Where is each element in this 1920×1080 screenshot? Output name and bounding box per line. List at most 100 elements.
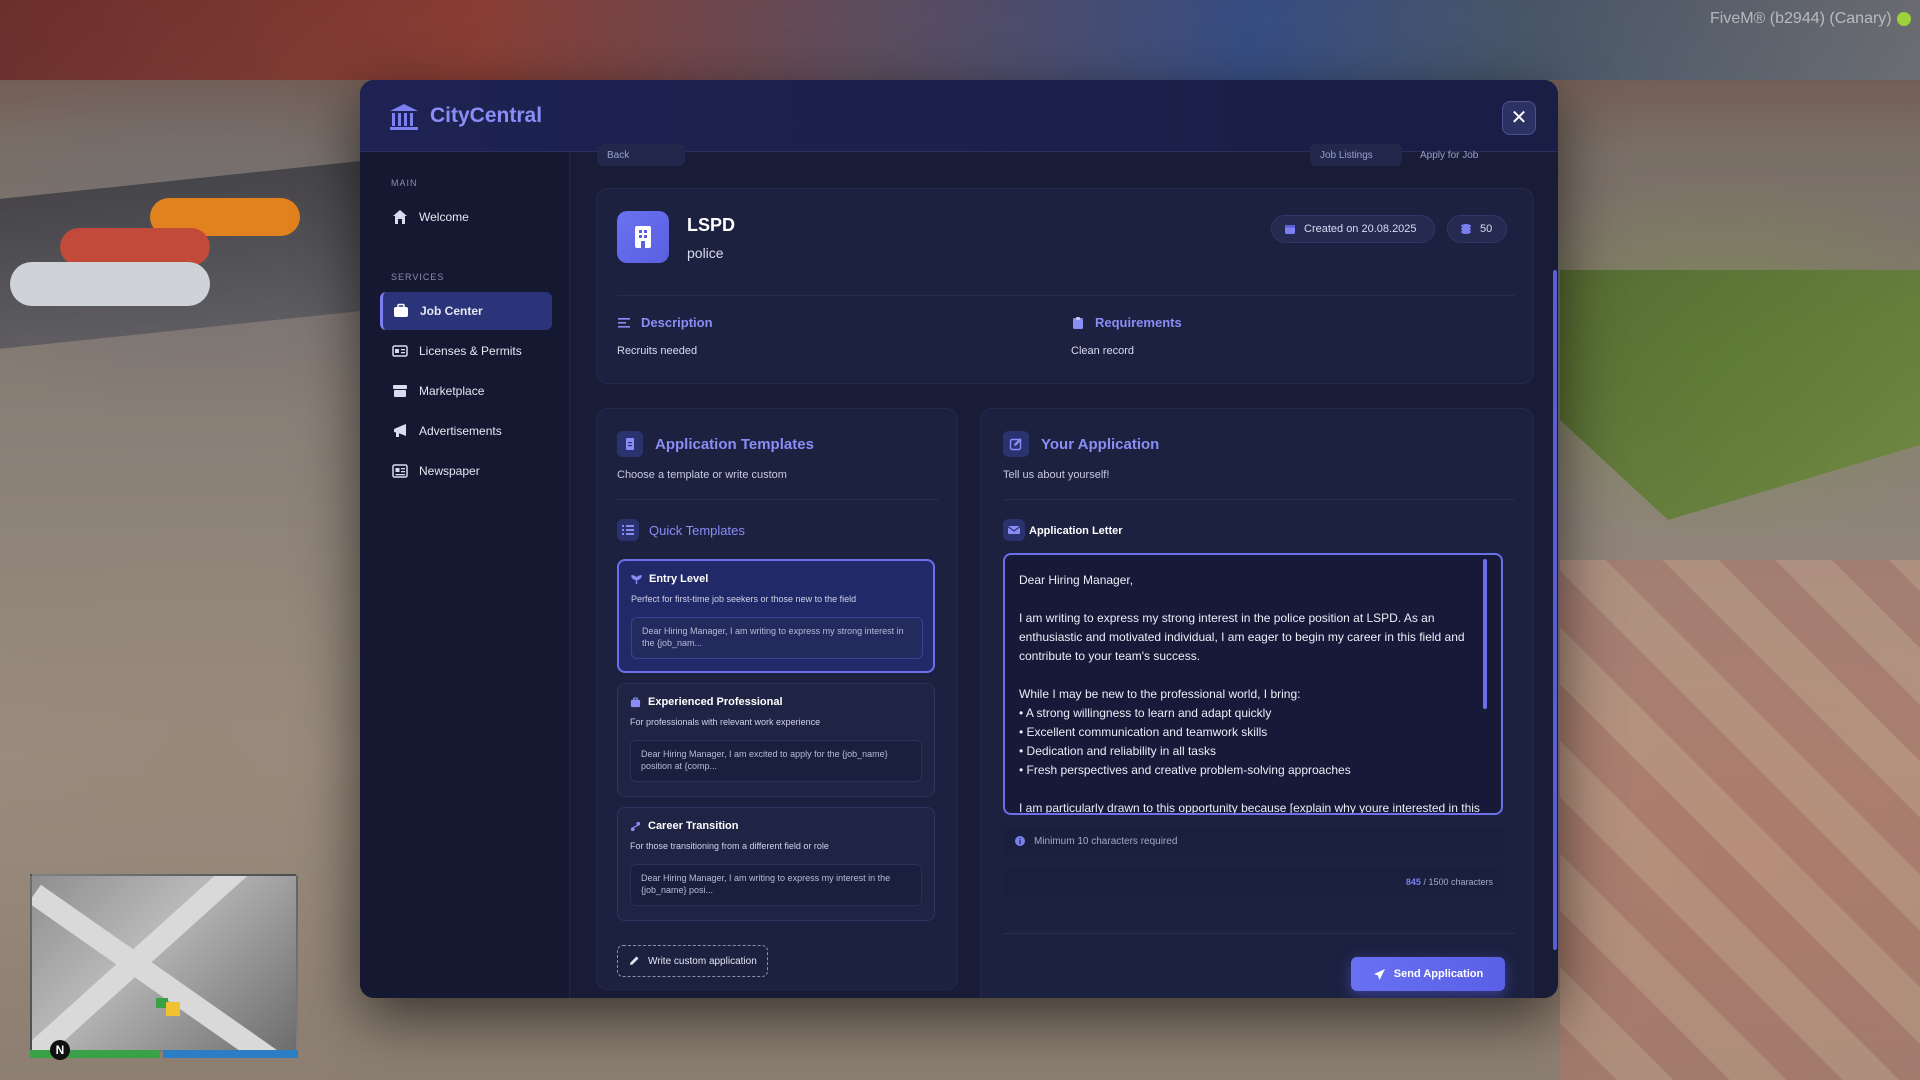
sidebar-item-advertisements[interactable]: Advertisements — [380, 412, 552, 450]
send-application-button[interactable]: Send Application — [1351, 957, 1505, 991]
sidebar-item-label: Marketplace — [419, 384, 485, 398]
breadcrumb-job-listings[interactable]: Job Listings — [1310, 144, 1402, 166]
character-count: 845 — [1405, 877, 1421, 887]
created-date-badge: Created on 20.08.2025 — [1271, 215, 1435, 243]
back-button-label: Back — [607, 150, 630, 161]
template-description: Perfect for first-time job seekers or th… — [631, 594, 857, 604]
template-title-text: Experienced Professional — [648, 696, 783, 708]
store-icon — [393, 385, 407, 397]
write-custom-button[interactable]: Write custom application — [617, 945, 768, 977]
content-scrollbar[interactable] — [1553, 270, 1557, 950]
application-panel: Your Application Tell us about yourself!… — [980, 408, 1534, 998]
citycentral-modal: CityCentral ✕ MAIN Welcome SERVICES Job … — [360, 80, 1558, 998]
close-button[interactable]: ✕ — [1502, 101, 1536, 135]
sidebar-item-marketplace[interactable]: Marketplace — [380, 372, 552, 410]
template-description: For professionals with relevant work exp… — [630, 717, 821, 727]
template-title-text: Entry Level — [649, 573, 709, 585]
sidebar-item-welcome[interactable]: Welcome — [380, 198, 552, 236]
game-background-grass — [1560, 270, 1920, 520]
envelope-icon — [1007, 526, 1021, 534]
created-date: Created on 20.08.2025 — [1304, 223, 1417, 235]
sidebar-item-label: Licenses & Permits — [419, 344, 522, 358]
character-counter: 845 / 1500 characters — [1003, 869, 1503, 895]
job-building-icon — [617, 211, 669, 263]
briefcase-icon — [394, 303, 408, 317]
fivem-status-icon — [1897, 12, 1911, 26]
home-icon — [393, 210, 407, 224]
divider — [1003, 499, 1515, 500]
template-entry-level[interactable]: Entry Level Perfect for first-time job s… — [617, 559, 935, 673]
sidebar-item-licenses[interactable]: Licenses & Permits — [380, 332, 552, 370]
sidebar-item-label: Job Center — [420, 304, 483, 318]
letter-scrollbar[interactable] — [1483, 559, 1487, 709]
send-icon — [1373, 968, 1385, 980]
list-icon — [622, 525, 634, 535]
requirements-label: Requirements — [1095, 315, 1182, 330]
megaphone-icon — [394, 424, 406, 437]
breadcrumb-label: Apply for Job — [1420, 150, 1479, 161]
calendar-icon — [1285, 225, 1295, 234]
edit-icon — [1009, 438, 1022, 451]
quick-templates-label: Quick Templates — [649, 523, 745, 538]
building-icon — [635, 226, 651, 248]
requirements-text: Clean record — [1071, 345, 1134, 357]
seedling-icon — [631, 574, 642, 584]
templates-panel-title: Application Templates — [655, 436, 814, 453]
player-blip-icon — [156, 998, 180, 1016]
templates-panel-subtitle: Choose a template or write custom — [617, 469, 787, 481]
templates-panel: Application Templates Choose a template … — [596, 408, 958, 990]
status-bars — [30, 1050, 298, 1058]
bank-icon — [390, 104, 418, 130]
back-button[interactable]: Back — [597, 144, 685, 166]
sidebar-item-label: Welcome — [419, 210, 469, 224]
send-application-label: Send Application — [1393, 968, 1484, 980]
route-icon — [630, 821, 641, 831]
modal-header: CityCentral ✕ — [360, 80, 1558, 152]
game-background-car — [10, 262, 210, 306]
info-icon — [1015, 836, 1025, 846]
template-preview: Dear Hiring Manager, I am excited to app… — [630, 740, 922, 782]
job-category: police — [687, 245, 724, 261]
breadcrumb-apply: Apply for Job — [1410, 144, 1514, 166]
application-panel-icon — [1003, 431, 1029, 457]
fivem-build-tag: FiveM® (b2944) (Canary) — [1710, 10, 1892, 27]
positions-badge: 50 — [1447, 215, 1507, 243]
write-custom-label: Write custom application — [648, 955, 757, 967]
main-content: Back Job Listings Apply for Job LSPD pol… — [570, 144, 1558, 998]
description-heading: Description — [617, 315, 713, 330]
templates-panel-icon — [617, 431, 643, 457]
sidebar-item-newspaper[interactable]: Newspaper — [380, 452, 552, 490]
breadcrumb-label: Job Listings — [1320, 150, 1373, 161]
description-text: Recruits needed — [617, 345, 698, 357]
coins-icon — [1461, 224, 1471, 234]
template-preview: Dear Hiring Manager, I am writing to exp… — [630, 864, 922, 906]
application-letter-label: Application Letter — [1029, 525, 1123, 537]
sidebar-item-label: Newspaper — [419, 464, 480, 478]
align-left-icon — [618, 317, 630, 328]
id-card-icon — [392, 345, 408, 357]
requirements-heading: Requirements — [1071, 315, 1182, 330]
divider — [617, 295, 1515, 296]
character-limit: / 1500 characters — [1423, 877, 1493, 887]
pencil-icon — [630, 956, 639, 965]
hint-text: Minimum 10 characters required — [1034, 835, 1178, 847]
divider — [617, 499, 939, 500]
sidebar: MAIN Welcome SERVICES Job Center License… — [360, 152, 570, 998]
game-background-tiles — [1560, 560, 1920, 1080]
minimap — [30, 874, 298, 1052]
template-experienced-professional[interactable]: Experienced Professional For professiona… — [617, 683, 935, 797]
document-icon — [626, 438, 634, 450]
template-title: Entry Level — [631, 573, 708, 585]
template-description: For those transitioning from a different… — [630, 841, 829, 851]
application-panel-subtitle: Tell us about yourself! — [1003, 469, 1110, 481]
sidebar-item-job-center[interactable]: Job Center — [380, 292, 552, 330]
job-details-card: LSPD police Created on 20.08.2025 50 Des… — [596, 188, 1534, 384]
letter-icon-wrap — [1003, 519, 1025, 541]
template-career-transition[interactable]: Career Transition For those transitionin… — [617, 807, 935, 921]
application-letter-textarea[interactable]: Dear Hiring Manager, I am writing to exp… — [1003, 553, 1503, 815]
compass-north-icon: N — [50, 1040, 70, 1060]
sidebar-section-services: SERVICES — [391, 272, 445, 282]
template-title: Experienced Professional — [630, 696, 783, 708]
armor-bar — [163, 1050, 298, 1058]
application-panel-title: Your Application — [1041, 436, 1160, 453]
